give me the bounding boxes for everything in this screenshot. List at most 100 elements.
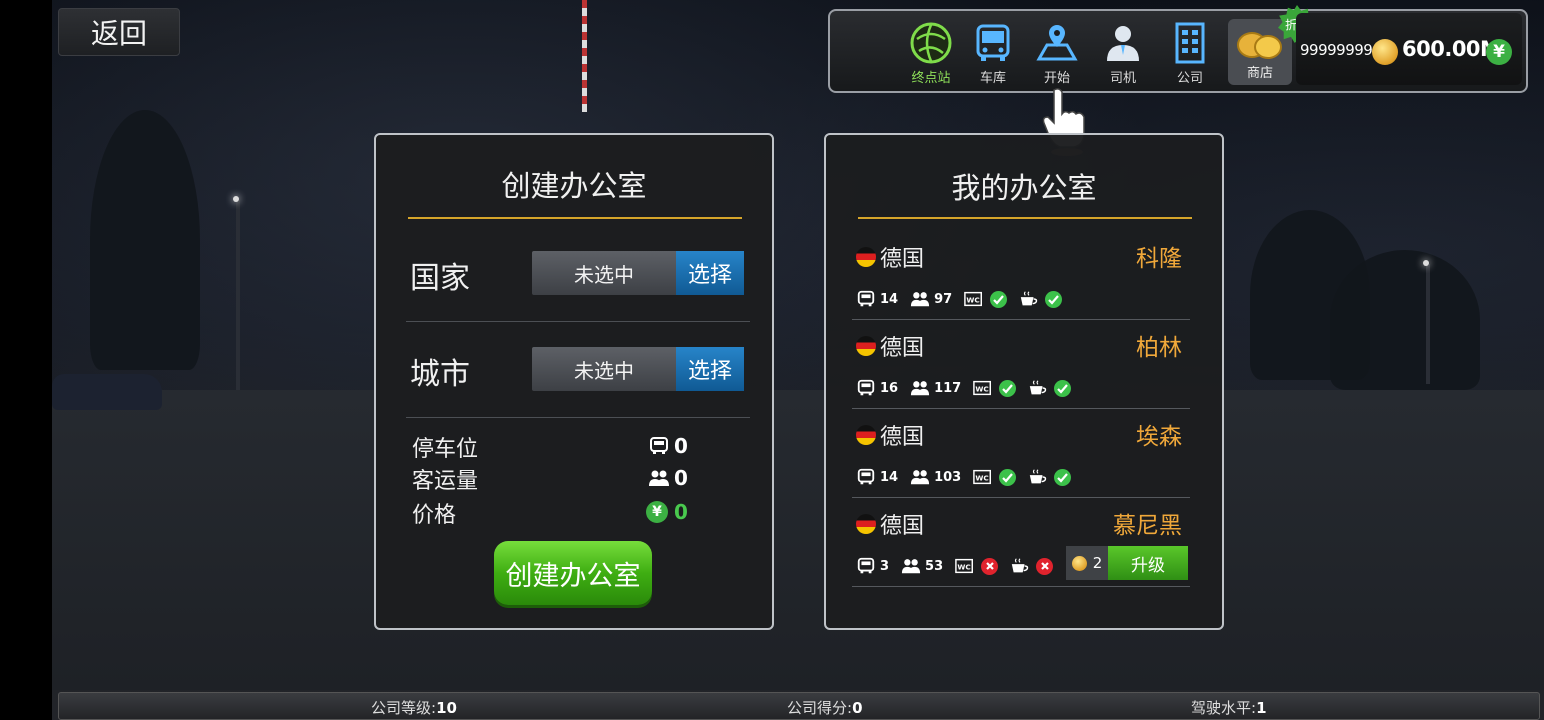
city-selector: 未选中 选择: [532, 347, 744, 391]
bus-icon: [857, 290, 875, 307]
nav-start[interactable]: 开始: [1026, 21, 1088, 87]
bus-icon: [976, 24, 1010, 61]
street-lamp-light: [1423, 260, 1429, 266]
country-label: 国家: [410, 261, 470, 296]
city-value: 未选中: [532, 347, 676, 391]
row-divider: [852, 408, 1190, 409]
office-country: 德国: [856, 508, 924, 540]
wc-check-icon: [990, 290, 1008, 308]
office-country-label: 德国: [880, 336, 925, 361]
office-country-label: 德国: [880, 247, 925, 272]
office-passenger-count: 97: [934, 291, 953, 307]
office-country: 德国: [856, 330, 924, 362]
wc-check-icon: [999, 468, 1017, 486]
divider: [406, 417, 750, 418]
office-metrics: 14 97 WC: [856, 287, 1074, 311]
germany-flag-icon: [856, 336, 876, 356]
street-lamp-light: [233, 196, 239, 202]
title-underline: [858, 217, 1192, 219]
wc-cross-icon: [981, 557, 999, 575]
background-tree: [90, 110, 200, 370]
company-score-label: 公司得分:: [787, 699, 853, 717]
letterbox-bar: [0, 0, 52, 720]
nav-terminal[interactable]: 终点站: [900, 21, 962, 87]
office-country: 德国: [856, 241, 924, 273]
nav-drivers-label: 司机: [1109, 71, 1136, 86]
my-offices-title: 我的办公室: [951, 171, 1097, 205]
coffee-check-icon: [1054, 468, 1072, 486]
office-country-label: 德国: [880, 425, 925, 450]
create-office-button[interactable]: 创建办公室: [494, 541, 652, 605]
upgrade-button[interactable]: 升级: [1108, 546, 1188, 580]
background-tree: [1330, 250, 1480, 390]
office-bus-count: 16: [880, 380, 899, 396]
create-office-title: 创建办公室: [501, 169, 647, 203]
country-select-button[interactable]: 选择: [676, 251, 744, 295]
back-button[interactable]: 返回: [58, 8, 180, 56]
row-divider: [852, 497, 1190, 498]
bus-icon: [857, 557, 875, 574]
radio-mast: [582, 0, 587, 112]
office-passenger-count: 117: [934, 380, 962, 396]
office-country: 德国: [856, 419, 924, 451]
top-navigation-bar: 终点站 车库 开始 司机 公司 商店 99999999 600.00M ¥: [828, 5, 1528, 93]
company-level-value: 10: [436, 699, 457, 717]
office-row[interactable]: 德国 柏林 16 117 WC: [852, 322, 1190, 410]
bus-icon: [857, 468, 875, 485]
svg-text:WC: WC: [976, 474, 989, 483]
passengers-icon: [901, 559, 921, 574]
coffee-icon: [1030, 380, 1047, 395]
city-label: 城市: [410, 357, 470, 392]
passengers-icon: [911, 381, 930, 396]
driving-level: 驾驶水平:1: [1191, 697, 1267, 718]
germany-flag-icon: [856, 514, 876, 534]
nav-garage-label: 车库: [979, 71, 1006, 86]
company-score-value: 0: [852, 699, 863, 717]
svg-text:WC: WC: [958, 563, 971, 572]
capacity-value: 0: [674, 466, 688, 490]
office-metrics: 3 53 WC: [856, 554, 1065, 578]
currency-panel: 99999999 600.00M ¥: [1296, 13, 1522, 85]
office-passenger-count: 53: [925, 558, 944, 574]
terminal-globe-icon: [910, 22, 952, 64]
create-office-panel: 创建办公室 国家 未选中 选择 城市 未选中 选择 停车位 0 客运量 0 价格…: [374, 133, 774, 630]
company-score: 公司得分:0: [787, 697, 863, 718]
price-label: 价格: [412, 503, 457, 528]
wc-icon: WC: [973, 380, 992, 396]
office-passenger-count: 103: [934, 469, 962, 485]
country-value: 未选中: [532, 251, 676, 295]
building-icon: [1175, 22, 1205, 64]
price-value: 0: [674, 500, 688, 524]
gold-coin-icon: [1372, 39, 1398, 65]
street-lamp-pole: [1426, 264, 1430, 384]
shop-label: 商店: [1246, 66, 1273, 81]
yen-icon: ¥: [646, 501, 668, 523]
germany-flag-icon: [856, 247, 876, 267]
nav-drivers[interactable]: 司机: [1092, 21, 1154, 87]
office-row[interactable]: 德国 科隆 14 97 WC: [852, 233, 1190, 321]
passengers-icon: [911, 292, 930, 307]
driving-level-label: 驾驶水平:: [1191, 699, 1257, 717]
nav-garage[interactable]: 车库: [962, 21, 1024, 87]
map-pin-icon: [1036, 25, 1078, 61]
upgrade-control: 2 升级: [1066, 546, 1188, 580]
nav-terminal-label: 终点站: [911, 71, 951, 86]
office-row[interactable]: 德国 慕尼黑 3 53 WC 2 升级: [852, 500, 1190, 588]
office-metrics: 14 103 WC: [856, 465, 1083, 489]
office-row[interactable]: 德国 埃森 14 103 WC: [852, 411, 1190, 499]
night-road: [52, 390, 1544, 690]
status-footer: 公司等级:10 公司得分:0 驾驶水平:1: [58, 692, 1540, 720]
nav-company[interactable]: 公司: [1159, 21, 1221, 87]
germany-flag-icon: [856, 425, 876, 445]
gold-coin-icon: [1071, 555, 1087, 571]
coffee-check-icon: [1054, 379, 1072, 397]
wc-icon: WC: [955, 558, 974, 574]
add-money-yen-icon[interactable]: ¥: [1486, 39, 1512, 65]
city-select-button[interactable]: 选择: [676, 347, 744, 391]
office-metrics: 16 117 WC: [856, 376, 1083, 400]
office-bus-count: 14: [880, 291, 899, 307]
coffee-icon: [1021, 291, 1038, 306]
office-city: 科隆: [1136, 246, 1182, 272]
coffee-icon: [1011, 558, 1029, 573]
parking-value: 0: [674, 434, 688, 458]
